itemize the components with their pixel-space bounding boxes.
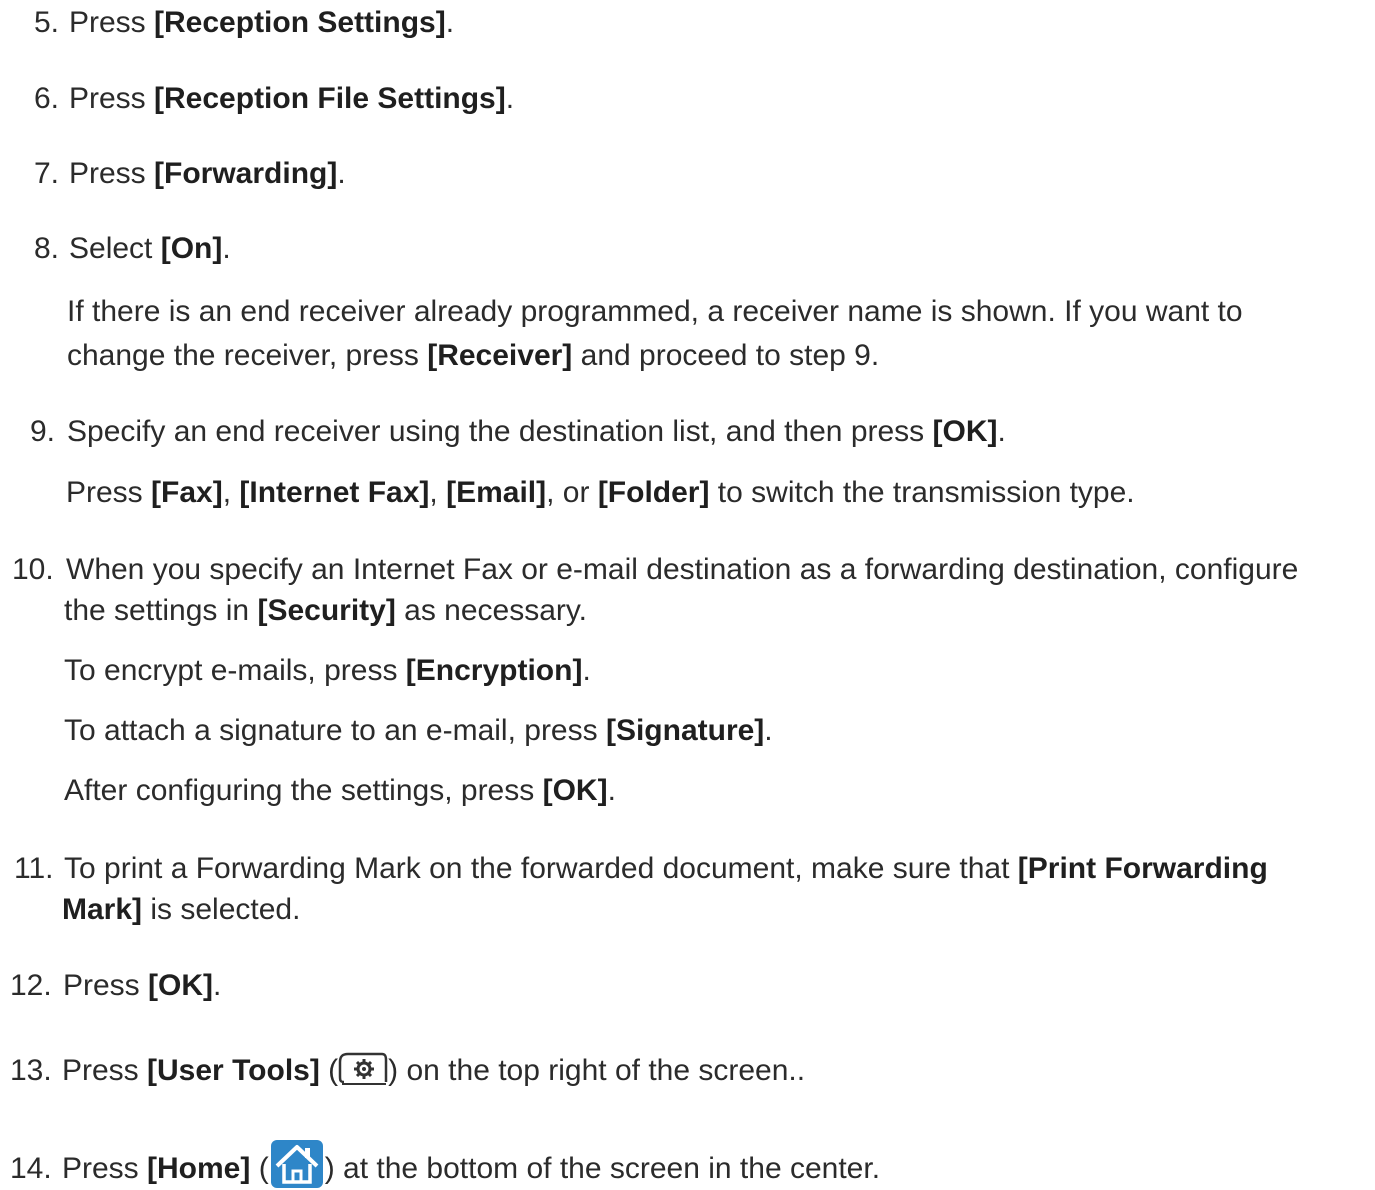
step-text: , — [429, 476, 447, 509]
step-text: . — [445, 6, 455, 39]
step-line: 6. Press [Reception File Settings]. — [34, 82, 514, 116]
step-text: Press — [63, 969, 149, 1002]
step-line: 10. When you specify an Internet Fax or e… — [12, 553, 1298, 587]
step-continuation-line: change the receiver, press [Receiver] an… — [67, 339, 879, 373]
step-text: To print a Forwarding Mark on the forwar… — [64, 852, 1018, 885]
step-text: To encrypt e-mails, press — [64, 654, 406, 687]
ui-label-bold: [Home] — [147, 1152, 251, 1185]
ui-label-bold: [OK] — [932, 415, 998, 448]
ui-label-bold: [Fax] — [151, 476, 223, 509]
step-continuation-line: To attach a signature to an e-mail, pres… — [64, 714, 773, 748]
ui-label-bold: [Print Forwarding — [1017, 852, 1268, 885]
step-continuation-line: the settings in [Security] as necessary. — [64, 594, 587, 628]
step-text: Press — [62, 1054, 148, 1087]
step-text: . — [213, 969, 222, 1002]
step-text: Press — [69, 82, 155, 115]
step-text: Press — [62, 1152, 148, 1185]
step-number: 13. — [10, 1054, 52, 1087]
ui-label-bold: [OK] — [542, 774, 608, 807]
ui-label-bold: [OK] — [148, 969, 214, 1002]
step-continuation-line: Press [Fax], [Internet Fax], [Email], or… — [66, 476, 1135, 510]
step-text: , — [222, 476, 240, 509]
document-page: 5. Press [Reception Settings]. 6. Press [Re… — [0, 0, 1375, 1188]
step-continuation-line: To encrypt e-mails, press [Encryption]. — [64, 654, 591, 688]
step-text: After configuring the settings, press — [64, 774, 543, 807]
ui-label-bold: [User Tools] — [147, 1054, 320, 1087]
ui-label-bold: [Security] — [257, 594, 396, 627]
step-line: 14. Press [Home] ( ) at the bottom of the … — [10, 1138, 880, 1190]
ui-label-bold: [Internet Fax] — [239, 476, 430, 509]
step-number: 6. — [34, 82, 60, 115]
step-text: , or — [546, 476, 598, 509]
home-icon — [269, 1138, 325, 1190]
step-text: is selected. — [142, 893, 301, 926]
step-number: 10. — [12, 553, 54, 586]
step-line: 12. Press [OK]. — [10, 969, 221, 1003]
ui-label-bold: Mark] — [62, 893, 143, 926]
step-text: . — [582, 654, 591, 687]
step-number: 11. — [14, 852, 54, 885]
step-text: change the receiver, press — [67, 339, 428, 372]
step-text: ) on the top right of the screen.. — [388, 1054, 806, 1087]
step-line: 9. Specify an end receiver using the dest… — [30, 415, 1006, 449]
ui-label-bold: [Forwarding] — [154, 157, 338, 190]
step-text: Select — [69, 232, 161, 265]
ui-label-bold: [Encryption] — [405, 654, 583, 687]
step-line: 5. Press [Reception Settings]. — [34, 6, 454, 40]
step-text: as necessary. — [395, 594, 588, 627]
step-number: 5. — [34, 6, 60, 39]
step-text: ( — [319, 1054, 339, 1087]
step-text: and proceed to step 9. — [572, 339, 880, 372]
step-text: . — [607, 774, 616, 807]
step-text: to switch the transmission type. — [709, 476, 1135, 509]
step-text: Press — [69, 6, 155, 39]
step-text: Press — [69, 157, 155, 190]
ui-label-bold: [Folder] — [597, 476, 710, 509]
step-line: 13. Press [User Tools] ( ) on the top righ… — [10, 1052, 805, 1088]
step-text: . — [222, 232, 231, 265]
step-line: 8. Select [On]. — [34, 232, 231, 266]
step-text: ( — [250, 1152, 269, 1185]
step-text: the settings in — [64, 594, 258, 627]
step-number: 8. — [34, 232, 60, 265]
ui-label-bold: [Email] — [446, 476, 547, 509]
step-text: Press — [66, 476, 152, 509]
step-line: 11. To print a Forwarding Mark on the for… — [14, 852, 1268, 886]
ui-label-bold: [Signature] — [605, 714, 765, 747]
step-text: Specify an end receiver using the destin… — [67, 415, 933, 448]
step-number: 12. — [10, 969, 52, 1002]
step-text: When you specify an Internet Fax or e-ma… — [66, 553, 1299, 586]
step-continuation-line: Mark] is selected. — [62, 893, 300, 927]
step-number: 7. — [34, 157, 60, 190]
step-continuation-line: If there is an end receiver already prog… — [67, 295, 1243, 329]
ui-label-bold: [Receiver] — [427, 339, 573, 372]
step-number: 14. — [10, 1152, 52, 1185]
step-number: 9. — [30, 415, 56, 448]
step-text: . — [997, 415, 1006, 448]
step-text: . — [764, 714, 773, 747]
ui-label-bold: [On] — [160, 232, 223, 265]
step-line: 7. Press [Forwarding]. — [34, 157, 346, 191]
step-text: If there is an end receiver already prog… — [67, 295, 1243, 328]
gear-icon — [338, 1052, 388, 1086]
step-text: ) at the bottom of the screen in the cen… — [324, 1152, 881, 1185]
step-text: . — [337, 157, 346, 190]
step-continuation-line: After configuring the settings, press [O… — [64, 774, 616, 808]
ui-label-bold: [Reception File Settings] — [154, 82, 506, 115]
ui-label-bold: [Reception Settings] — [154, 6, 446, 39]
step-text: To attach a signature to an e-mail, pres… — [64, 714, 606, 747]
step-text: . — [505, 82, 515, 115]
